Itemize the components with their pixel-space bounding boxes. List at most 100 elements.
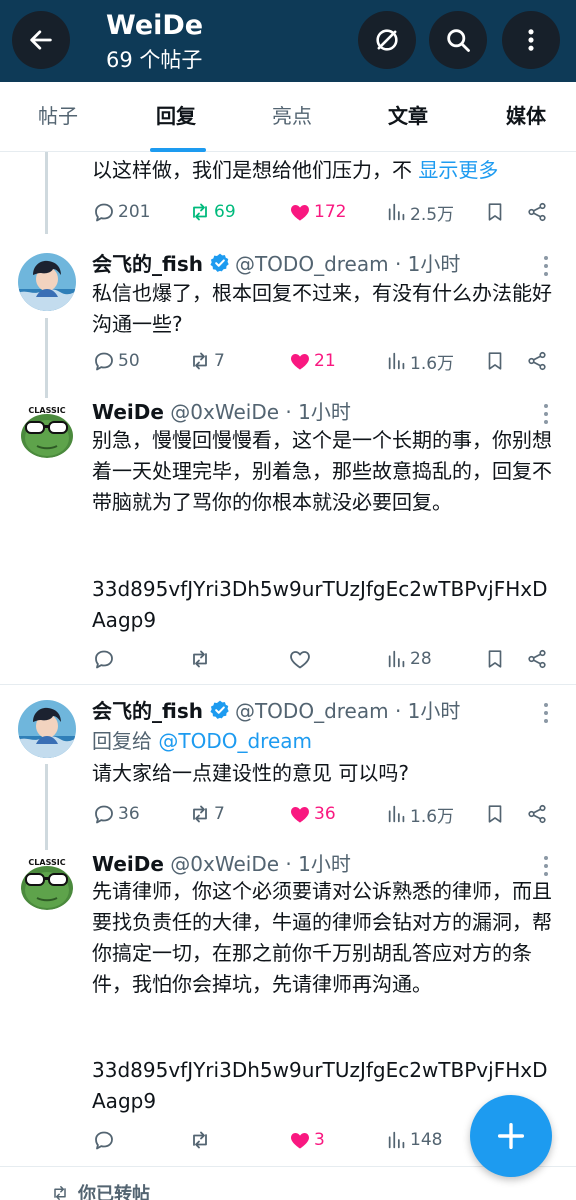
- avatar-image: [18, 700, 76, 758]
- heart-icon: [288, 647, 312, 671]
- retweet-icon: [188, 349, 212, 373]
- retweet-button[interactable]: 7: [188, 346, 225, 376]
- retweet-icon: [188, 802, 212, 826]
- reply-button[interactable]: [92, 1125, 116, 1155]
- reply-icon: [92, 200, 116, 224]
- retweet-button[interactable]: [188, 1125, 212, 1155]
- bookmark-button[interactable]: [484, 799, 506, 829]
- share-icon: [526, 803, 548, 825]
- verified-badge-icon: [209, 252, 231, 274]
- share-button[interactable]: [526, 799, 548, 829]
- handle[interactable]: @0xWeiDe: [170, 400, 279, 424]
- share-button[interactable]: [526, 644, 548, 674]
- tweet-code-text: 33d895vfJYri3Dh5w9urTUzJfgEc2wTBPvjFHxDA…: [92, 577, 548, 632]
- avatar[interactable]: [18, 400, 76, 458]
- avatar-image: [18, 852, 76, 910]
- tweet-actions: 50 7 21 1.6万: [92, 346, 562, 376]
- avatar-image: [18, 400, 76, 458]
- bookmark-button[interactable]: [484, 346, 506, 376]
- retweet-button[interactable]: 7: [188, 799, 225, 829]
- show-more-link[interactable]: 显示更多: [418, 158, 498, 182]
- views-button[interactable]: 28: [386, 644, 432, 674]
- reply-button[interactable]: [92, 644, 116, 674]
- thread-line: [45, 764, 48, 850]
- retweet-icon: [188, 647, 212, 671]
- more-vertical-icon: [528, 29, 534, 51]
- views-button[interactable]: 1.6万: [386, 799, 454, 829]
- post-count: 69 个帖子: [106, 48, 203, 72]
- reply-icon: [92, 647, 116, 671]
- bookmark-icon: [484, 648, 506, 670]
- avatar[interactable]: [18, 852, 76, 910]
- share-button[interactable]: [526, 346, 548, 376]
- timestamp: · 1小时: [394, 699, 461, 723]
- timestamp: · 1小时: [285, 400, 351, 424]
- tab-replies[interactable]: 回复: [156, 102, 196, 130]
- like-button[interactable]: 36: [288, 799, 336, 829]
- thread-divider: [0, 684, 576, 685]
- tweet-more-button[interactable]: [540, 402, 552, 426]
- avatar[interactable]: [18, 253, 76, 311]
- display-name[interactable]: WeiDe: [92, 852, 164, 876]
- handle[interactable]: @TODO_dream: [235, 252, 389, 276]
- reply-button[interactable]: 50: [92, 346, 140, 376]
- heart-icon: [288, 200, 312, 224]
- handle[interactable]: @TODO_dream: [235, 699, 389, 723]
- views-button[interactable]: 148: [386, 1125, 442, 1155]
- tweet-header: WeiDe @0xWeiDe · 1小时: [92, 398, 351, 426]
- retweet-icon: [188, 200, 212, 224]
- thread-line: [45, 318, 48, 398]
- views-icon: [386, 201, 408, 223]
- heart-icon: [288, 1128, 312, 1152]
- heart-icon: [288, 802, 312, 826]
- active-tab-indicator: [150, 148, 206, 152]
- bookmark-icon: [484, 201, 506, 223]
- bookmark-button[interactable]: [484, 644, 506, 674]
- back-button[interactable]: [12, 11, 70, 69]
- views-button[interactable]: 1.6万: [386, 346, 454, 376]
- share-icon: [526, 648, 548, 670]
- heart-icon: [288, 349, 312, 373]
- avatar[interactable]: [18, 700, 76, 758]
- like-button[interactable]: [288, 644, 312, 674]
- views-icon: [386, 803, 408, 825]
- tweet-actions: 201 69 172 2.5万: [92, 197, 562, 227]
- plus-icon: [497, 1122, 525, 1150]
- display-name[interactable]: WeiDe: [92, 400, 164, 424]
- reply-to-handle[interactable]: @TODO_dream: [158, 729, 312, 753]
- tweet-more-button[interactable]: [540, 254, 552, 278]
- reply-context: 回复给 @TODO_dream: [92, 729, 312, 753]
- more-options-button[interactable]: [502, 11, 560, 69]
- thread-line: [45, 152, 48, 234]
- reply-button[interactable]: 201: [92, 197, 150, 227]
- bookmark-button[interactable]: [484, 197, 506, 227]
- tweet-more-button[interactable]: [540, 854, 552, 878]
- views-icon: [386, 350, 408, 372]
- display-name[interactable]: 会飞的_fish: [92, 252, 203, 276]
- like-button[interactable]: 3: [288, 1125, 325, 1155]
- tweet-header: 会飞的_fish @TODO_dream · 1小时: [92, 697, 460, 725]
- compose-button[interactable]: [470, 1095, 552, 1177]
- tab-media[interactable]: 媒体: [506, 102, 546, 130]
- search-button[interactable]: [429, 11, 487, 69]
- tweet-text: 别急，慢慢回慢慢看，这个是一个长期的事，你别想着一天处理完毕，别着急，那些故意捣…: [92, 428, 552, 514]
- views-button[interactable]: 2.5万: [386, 197, 454, 227]
- display-name[interactable]: 会飞的_fish: [92, 699, 203, 723]
- tab-posts[interactable]: 帖子: [38, 102, 78, 130]
- retweet-icon: [188, 1128, 212, 1152]
- like-button[interactable]: 21: [288, 346, 336, 376]
- tweet-more-button[interactable]: [540, 701, 552, 725]
- tab-highlights[interactable]: 亮点: [272, 102, 312, 130]
- back-arrow-icon: [30, 30, 52, 50]
- retweet-button[interactable]: [188, 644, 212, 674]
- reply-button[interactable]: 36: [92, 799, 140, 829]
- top-app-bar: WeiDe 69 个帖子: [0, 0, 576, 82]
- handle[interactable]: @0xWeiDe: [170, 852, 279, 876]
- retweet-button[interactable]: 69: [188, 197, 236, 227]
- share-icon: [526, 201, 548, 223]
- tab-articles[interactable]: 文章: [388, 102, 428, 130]
- mute-button[interactable]: [358, 11, 416, 69]
- views-icon: [386, 648, 408, 670]
- share-button[interactable]: [526, 197, 548, 227]
- like-button[interactable]: 172: [288, 197, 346, 227]
